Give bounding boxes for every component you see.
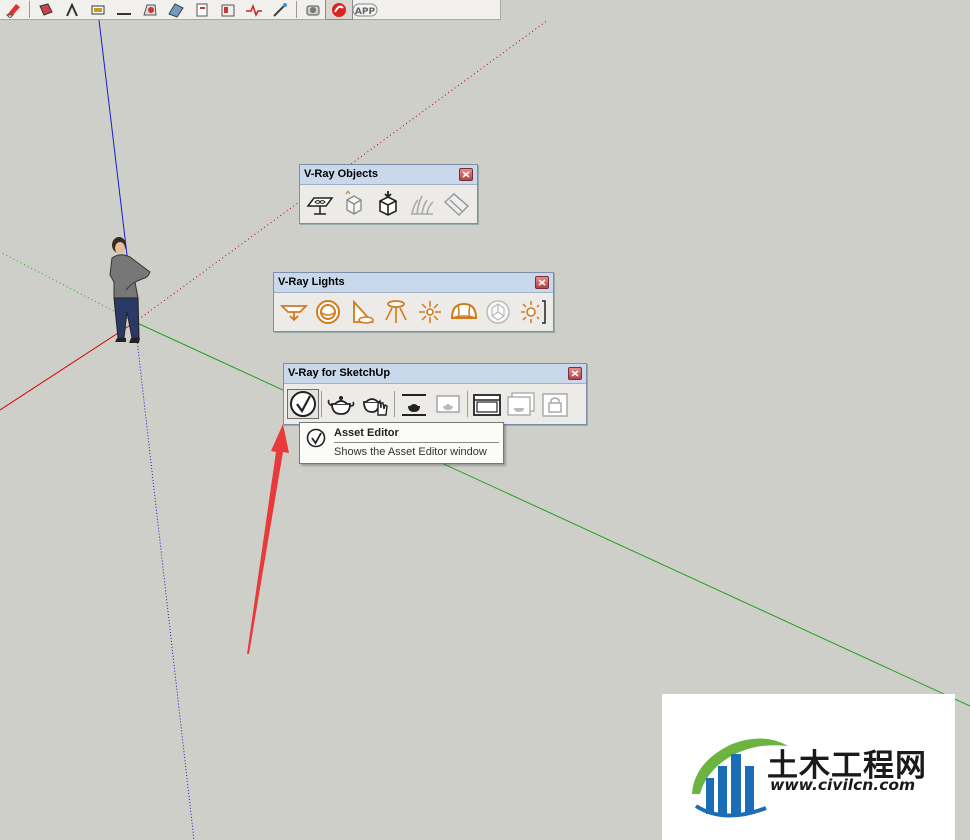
render-icon[interactable] [324,389,358,419]
render-cloud-icon[interactable] [431,389,465,419]
section-icon[interactable] [85,0,111,19]
proxy-export-icon[interactable] [371,189,405,219]
vray-lights-title: V-Ray Lights [278,276,345,288]
sketchup-logo-icon[interactable] [325,0,353,20]
tooltip-title: Asset Editor [334,427,399,439]
tooltip-divider [334,442,499,443]
vray-main-title: V-Ray for SketchUp [288,367,391,379]
watermark-url: www.civilcn.com [770,776,916,794]
walk-icon[interactable] [59,0,85,19]
asset-editor-icon[interactable] [287,389,319,419]
dynamic-component-icon[interactable] [215,0,241,19]
asset-editor-tooltip-icon [306,428,326,448]
extension-icon[interactable] [163,0,189,19]
dimension-icon[interactable] [111,0,137,19]
close-icon[interactable] [568,367,582,380]
app-label: APP [355,7,376,17]
proxy-import-icon[interactable] [337,189,371,219]
sphere-light-icon[interactable] [311,297,345,327]
pages-icon[interactable] [189,0,215,19]
omni-light-icon[interactable] [413,297,447,327]
mesh-clipper-icon[interactable] [439,189,473,219]
toolbar-separator [394,391,395,417]
blue-axis-dotted [134,321,195,840]
render-region-icon[interactable] [504,389,538,419]
tooltip-description: Shows the Asset Editor window [334,446,487,458]
close-icon[interactable] [459,168,473,181]
ies-light-icon[interactable] [379,297,413,327]
eraser-icon[interactable] [0,0,26,19]
dome-light-icon[interactable] [447,297,481,327]
warehouse-icon[interactable] [137,0,163,19]
app-icon[interactable]: APP [352,0,378,19]
heartbeat-icon[interactable] [241,0,267,19]
vray-main-title-bar[interactable]: V-Ray for SketchUp [284,364,586,383]
camera-icon[interactable] [300,0,326,19]
toolbar-separator [29,1,30,18]
lock-camera-icon[interactable] [538,389,572,419]
magic-wand-icon[interactable] [267,0,293,19]
fur-icon[interactable] [405,189,439,219]
vray-objects-title: V-Ray Objects [304,168,378,180]
main-toolbar: APP [0,0,501,20]
light-gen-icon[interactable] [515,297,549,327]
vray-lights-panel[interactable]: V-Ray Lights [273,272,554,332]
interactive-render-icon[interactable] [358,389,392,419]
vray-main-panel[interactable]: V-Ray for SketchUp [283,363,587,425]
toolbar-separator [321,391,322,417]
person-figure [109,237,151,343]
red-axis-solid [0,321,136,411]
rectangle-light-icon[interactable] [277,297,311,327]
watermark: 土木工程网 www.civilcn.com [662,694,955,840]
close-icon[interactable] [535,276,549,289]
infinite-plane-icon[interactable] [303,189,337,219]
toolbar-separator [467,391,468,417]
vray-objects-panel[interactable]: V-Ray Objects [299,164,478,224]
toolbar-separator [296,1,297,18]
batch-render-icon[interactable] [397,389,431,419]
red-pointer-arrow [247,424,289,654]
spot-light-icon[interactable] [345,297,379,327]
sphere-mesh-light-icon[interactable] [481,297,515,327]
vray-objects-title-bar[interactable]: V-Ray Objects [300,165,477,184]
paint-bucket-icon[interactable] [33,0,59,19]
frame-buffer-icon[interactable] [470,389,504,419]
asset-editor-tooltip: Asset Editor Shows the Asset Editor wind… [299,422,504,464]
vray-lights-title-bar[interactable]: V-Ray Lights [274,273,553,292]
